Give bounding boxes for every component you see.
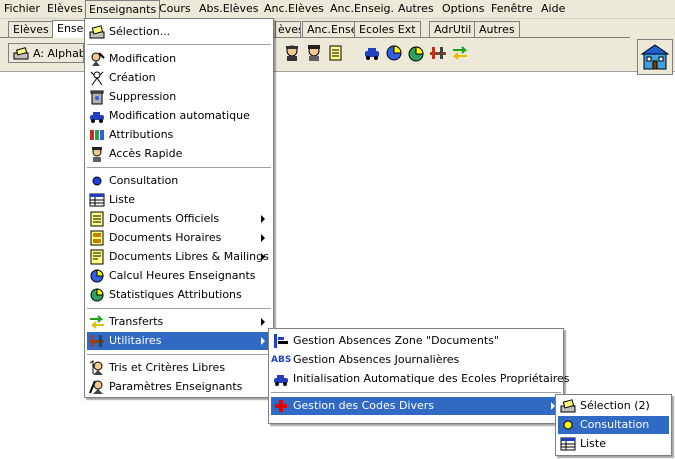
sort-label: A: Alphabe bbox=[33, 47, 83, 60]
sort-alphabetical-button[interactable]: A: Alphabe bbox=[8, 43, 84, 63]
menu-separator bbox=[87, 308, 271, 309]
list-grid-icon bbox=[89, 193, 105, 207]
menu-item-documents-libres-mailings[interactable]: Documents Libres & Mailings bbox=[87, 248, 271, 266]
tray-icon bbox=[13, 47, 29, 60]
mailing-document-icon bbox=[90, 249, 104, 265]
tray-icon bbox=[560, 399, 576, 413]
tab-ecoles-ext[interactable]: Ecoles Ext bbox=[354, 21, 421, 37]
list-grid-icon bbox=[560, 437, 576, 451]
menu-item-gestion-absences-zone[interactable]: Gestion Absences Zone "Documents" bbox=[271, 332, 561, 350]
red-cross-icon bbox=[275, 400, 287, 412]
codes-divers-submenu: Sélection (2) Consultation Liste bbox=[555, 394, 672, 456]
menu-enseignants[interactable]: Enseignants bbox=[85, 0, 161, 18]
menu-separator bbox=[87, 167, 271, 168]
tab-anc-eleves[interactable]: èves bbox=[275, 21, 301, 37]
tray-icon bbox=[89, 25, 105, 39]
tools-icon[interactable] bbox=[429, 44, 447, 62]
absence-chart-icon bbox=[274, 334, 288, 348]
menu-options[interactable]: Options bbox=[442, 2, 484, 15]
settings-person-icon bbox=[89, 380, 103, 394]
pie-chart-icon[interactable] bbox=[385, 44, 403, 62]
menu-item-modification[interactable]: Modification bbox=[87, 50, 271, 68]
menu-item-gestion-absences-journalieres[interactable]: ABS Gestion Absences Journalières bbox=[271, 351, 561, 369]
stats-pie-icon[interactable] bbox=[407, 44, 425, 62]
schedule-document-icon bbox=[90, 230, 104, 246]
menu-autres[interactable]: Autres bbox=[398, 2, 434, 15]
menu-aide[interactable]: Aide bbox=[541, 2, 565, 15]
transfer-arrows-icon bbox=[90, 315, 104, 329]
menu-item-creation[interactable]: Création bbox=[87, 69, 271, 87]
menu-item-modification-automatique[interactable]: Modification automatique bbox=[87, 107, 271, 125]
submenu-arrow-icon bbox=[261, 215, 265, 223]
document-icon[interactable] bbox=[327, 44, 345, 62]
submenu-arrow-icon bbox=[261, 318, 265, 326]
menu-separator bbox=[271, 392, 561, 393]
sort-person-icon bbox=[89, 360, 103, 375]
tab-enseignants[interactable]: Ensei bbox=[52, 20, 86, 38]
pie-chart-icon bbox=[90, 269, 104, 283]
utilitaires-submenu: Gestion Absences Zone "Documents" ABS Ge… bbox=[268, 328, 570, 424]
menu-item-gestion-codes-divers[interactable]: Gestion des Codes Divers bbox=[271, 397, 561, 415]
car-icon bbox=[90, 112, 104, 123]
menu-item-statistiques-attributions[interactable]: Statistiques Attributions bbox=[87, 286, 271, 304]
menu-fichier[interactable]: Fichier bbox=[4, 2, 40, 15]
menu-item-calcul-heures[interactable]: Calcul Heures Enseignants bbox=[87, 267, 271, 285]
blue-dot-icon bbox=[92, 176, 102, 186]
menu-item-documents-horaires[interactable]: Documents Horaires bbox=[87, 229, 271, 247]
menu-item-consultation[interactable]: Consultation bbox=[87, 172, 271, 190]
menu-item-parametres-enseignants[interactable]: Paramètres Enseignants bbox=[87, 378, 271, 396]
menu-cours[interactable]: Cours bbox=[159, 2, 191, 15]
menu-item-transferts[interactable]: Transferts bbox=[87, 313, 271, 331]
menu-bar: Fichier Elèves Enseignants Cours Abs.Elè… bbox=[0, 0, 675, 19]
stats-pie-icon bbox=[90, 288, 104, 302]
menu-item-documents-officiels[interactable]: Documents Officiels bbox=[87, 210, 271, 228]
car-icon[interactable] bbox=[363, 44, 381, 62]
menu-item-acces-rapide[interactable]: Accès Rapide bbox=[87, 145, 271, 163]
menu-item-codes-consultation[interactable]: Consultation bbox=[558, 416, 669, 434]
menu-item-initialisation-ecoles[interactable]: Initialisation Automatique des Ecoles Pr… bbox=[271, 370, 570, 388]
abs-icon: ABS bbox=[271, 355, 292, 365]
tab-adrutil[interactable]: AdrUtil bbox=[429, 21, 477, 37]
new-person-icon bbox=[90, 71, 104, 86]
car-icon bbox=[274, 375, 288, 386]
menu-anc-enseig[interactable]: Anc.Enseig. bbox=[330, 2, 394, 15]
enseignants-menu: Sélection... Modification Création Suppr… bbox=[84, 18, 274, 398]
tab-eleves[interactable]: Elèves bbox=[8, 21, 54, 37]
submenu-arrow-icon bbox=[261, 253, 265, 261]
tab-autres[interactable]: Autres bbox=[474, 21, 520, 37]
transfer-arrows-icon[interactable] bbox=[451, 44, 469, 62]
yellow-dot-icon bbox=[563, 420, 573, 430]
teacher-icon[interactable] bbox=[283, 44, 301, 62]
menu-item-tris-criteres[interactable]: Tris et Critères Libres bbox=[87, 359, 271, 377]
submenu-arrow-icon bbox=[261, 337, 265, 345]
edit-person-icon bbox=[91, 52, 105, 66]
menu-item-attributions[interactable]: Attributions bbox=[87, 126, 271, 144]
tools-icon bbox=[90, 335, 104, 347]
menu-eleves[interactable]: Elèves bbox=[47, 2, 83, 15]
menu-item-utilitaires[interactable]: Utilitaires bbox=[87, 332, 271, 350]
person-icon bbox=[92, 147, 102, 162]
attributions-icon bbox=[90, 130, 104, 140]
submenu-arrow-icon bbox=[261, 234, 265, 242]
menu-item-selection[interactable]: Sélection... bbox=[87, 23, 271, 41]
menu-abs-eleves[interactable]: Abs.Elèves bbox=[199, 2, 259, 15]
menu-fenetre[interactable]: Fenêtre bbox=[491, 2, 533, 15]
document-icon bbox=[90, 211, 104, 227]
menu-item-liste[interactable]: Liste bbox=[87, 191, 271, 209]
menu-separator bbox=[87, 44, 271, 45]
school-button[interactable] bbox=[637, 39, 673, 75]
school-icon bbox=[640, 44, 670, 70]
menu-item-codes-liste[interactable]: Liste bbox=[558, 435, 669, 453]
person-icon[interactable] bbox=[305, 44, 323, 62]
menu-anc-eleves[interactable]: Anc.Elèves bbox=[264, 2, 324, 15]
trash-icon bbox=[90, 90, 104, 105]
menu-separator bbox=[87, 354, 271, 355]
menu-item-suppression[interactable]: Suppression bbox=[87, 88, 271, 106]
menu-item-codes-selection[interactable]: Sélection (2) bbox=[558, 397, 669, 415]
